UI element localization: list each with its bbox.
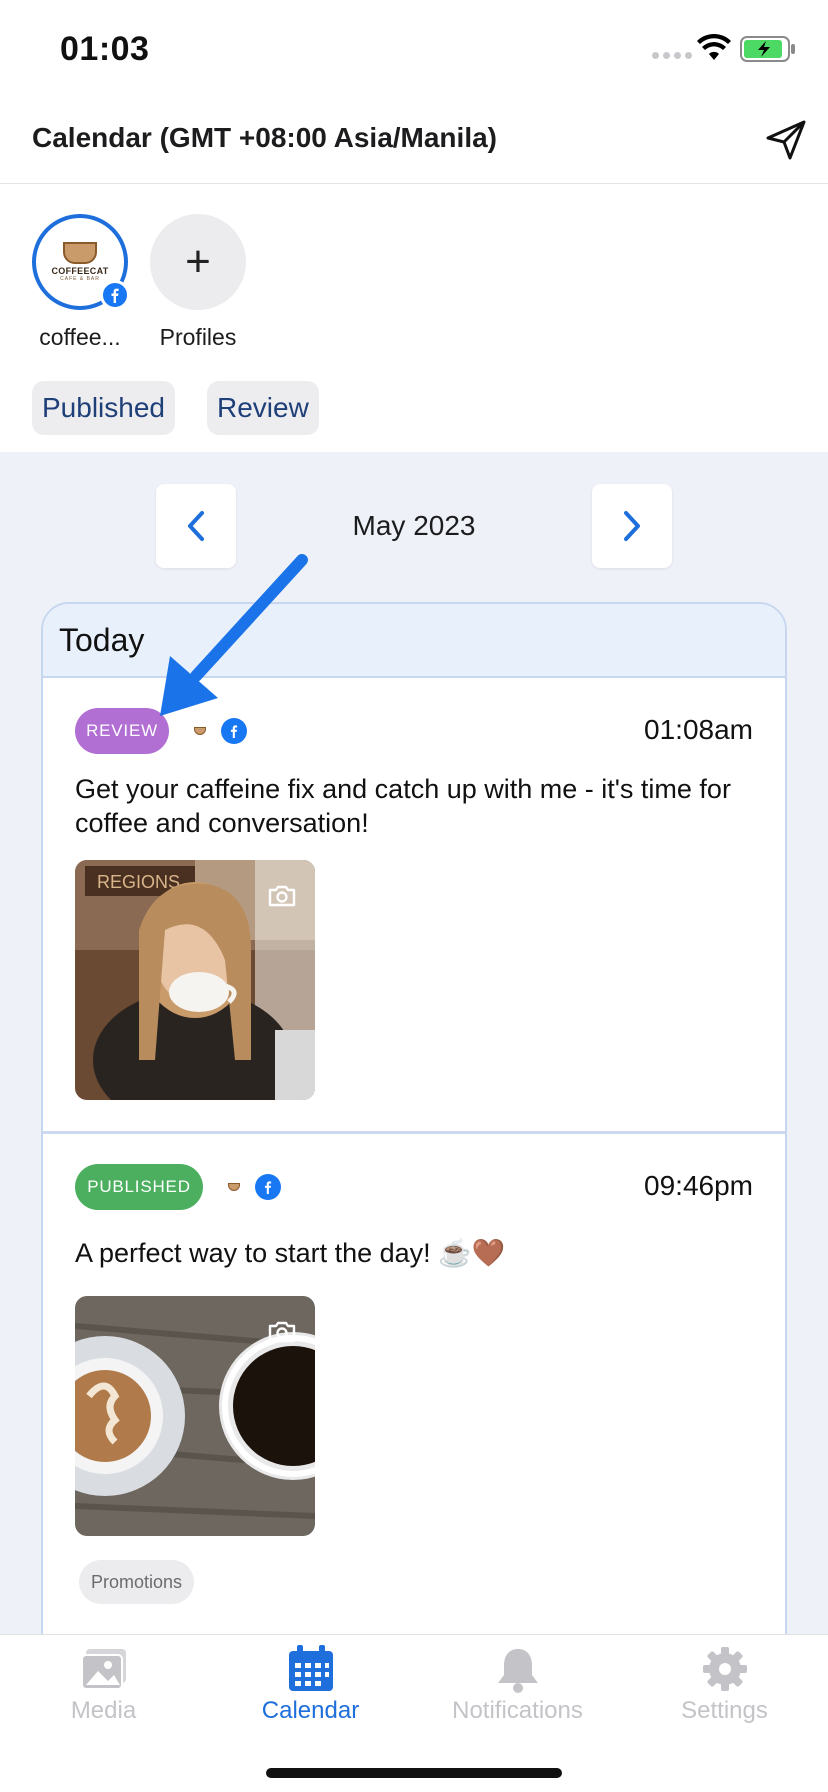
send-icon[interactable] (762, 116, 810, 164)
header: Calendar (GMT +08:00 Asia/Manila) (0, 100, 828, 184)
facebook-icon (221, 718, 247, 744)
chevron-right-icon (624, 511, 640, 541)
calendar-icon (288, 1645, 333, 1691)
coffeecat-logo (223, 1176, 245, 1198)
post-image[interactable] (75, 1296, 315, 1536)
add-profile-button[interactable]: + (150, 214, 246, 310)
battery-icon (740, 36, 795, 62)
status-badge: PUBLISHED (75, 1164, 203, 1210)
filter-published[interactable]: Published (32, 381, 175, 435)
post-item[interactable]: PUBLISHED 09:46pm A perfect way to start… (43, 1134, 785, 1634)
filter-review[interactable]: Review (206, 381, 319, 435)
image-icon (80, 1649, 126, 1690)
avatar[interactable]: COFFEECAT CAFE & BAR (32, 214, 130, 310)
tab-settings[interactable]: Settings (621, 1645, 828, 1755)
facebook-icon (100, 280, 130, 310)
month-navigator: May 2023 (0, 484, 828, 568)
filter-chips: Published Review (32, 381, 319, 435)
post-text: Get your caffeine fix and catch up with … (75, 774, 731, 838)
profile-list: COFFEECAT CAFE & BAR coffee... + Profile… (32, 214, 246, 351)
tab-media[interactable]: Media (0, 1645, 207, 1755)
svg-text:REGIONS: REGIONS (97, 872, 180, 892)
camera-icon (268, 885, 296, 907)
profile-label: Profiles (159, 324, 237, 350)
cellular-signal-icon (652, 52, 692, 59)
status-time: 01:03 (60, 30, 150, 68)
facebook-icon (255, 1174, 281, 1200)
post-image[interactable]: REGIONS (75, 860, 315, 1100)
tab-calendar[interactable]: Calendar (207, 1645, 414, 1755)
post-item[interactable]: REVIEW 01:08am Get your caffeine fix and… (43, 678, 785, 1134)
post-tag[interactable]: Promotions (79, 1560, 195, 1604)
next-month-button[interactable] (592, 484, 672, 568)
post-time: 09:46pm (644, 1170, 753, 1201)
add-profile[interactable]: + Profiles (150, 214, 246, 351)
page-title: Calendar (GMT +08:00 Asia/Manila) (32, 122, 497, 153)
annotation-arrow (160, 554, 308, 716)
post-text: A perfect way to start the day! ☕️🤎 (75, 1238, 506, 1268)
status-bar: 01:03 (0, 0, 828, 100)
day-card: Today REVIEW 01:08am Get your caffeine f… (41, 602, 787, 1634)
post-time: 01:08am (644, 714, 753, 745)
bell-icon (497, 1649, 538, 1693)
tab-notifications[interactable]: Notifications (414, 1645, 621, 1755)
gear-icon (702, 1647, 747, 1691)
profile-coffeecat[interactable]: COFFEECAT CAFE & BAR coffee... (32, 214, 130, 351)
month-label: May 2023 (352, 510, 476, 541)
camera-icon (268, 1321, 296, 1343)
home-indicator (266, 1768, 562, 1778)
coffeecat-logo (189, 720, 211, 742)
calendar-content: May 2023 Today REVIEW 01:08am Get your c… (0, 452, 828, 1634)
profile-label: coffee... (39, 324, 121, 350)
wifi-icon (697, 34, 731, 60)
